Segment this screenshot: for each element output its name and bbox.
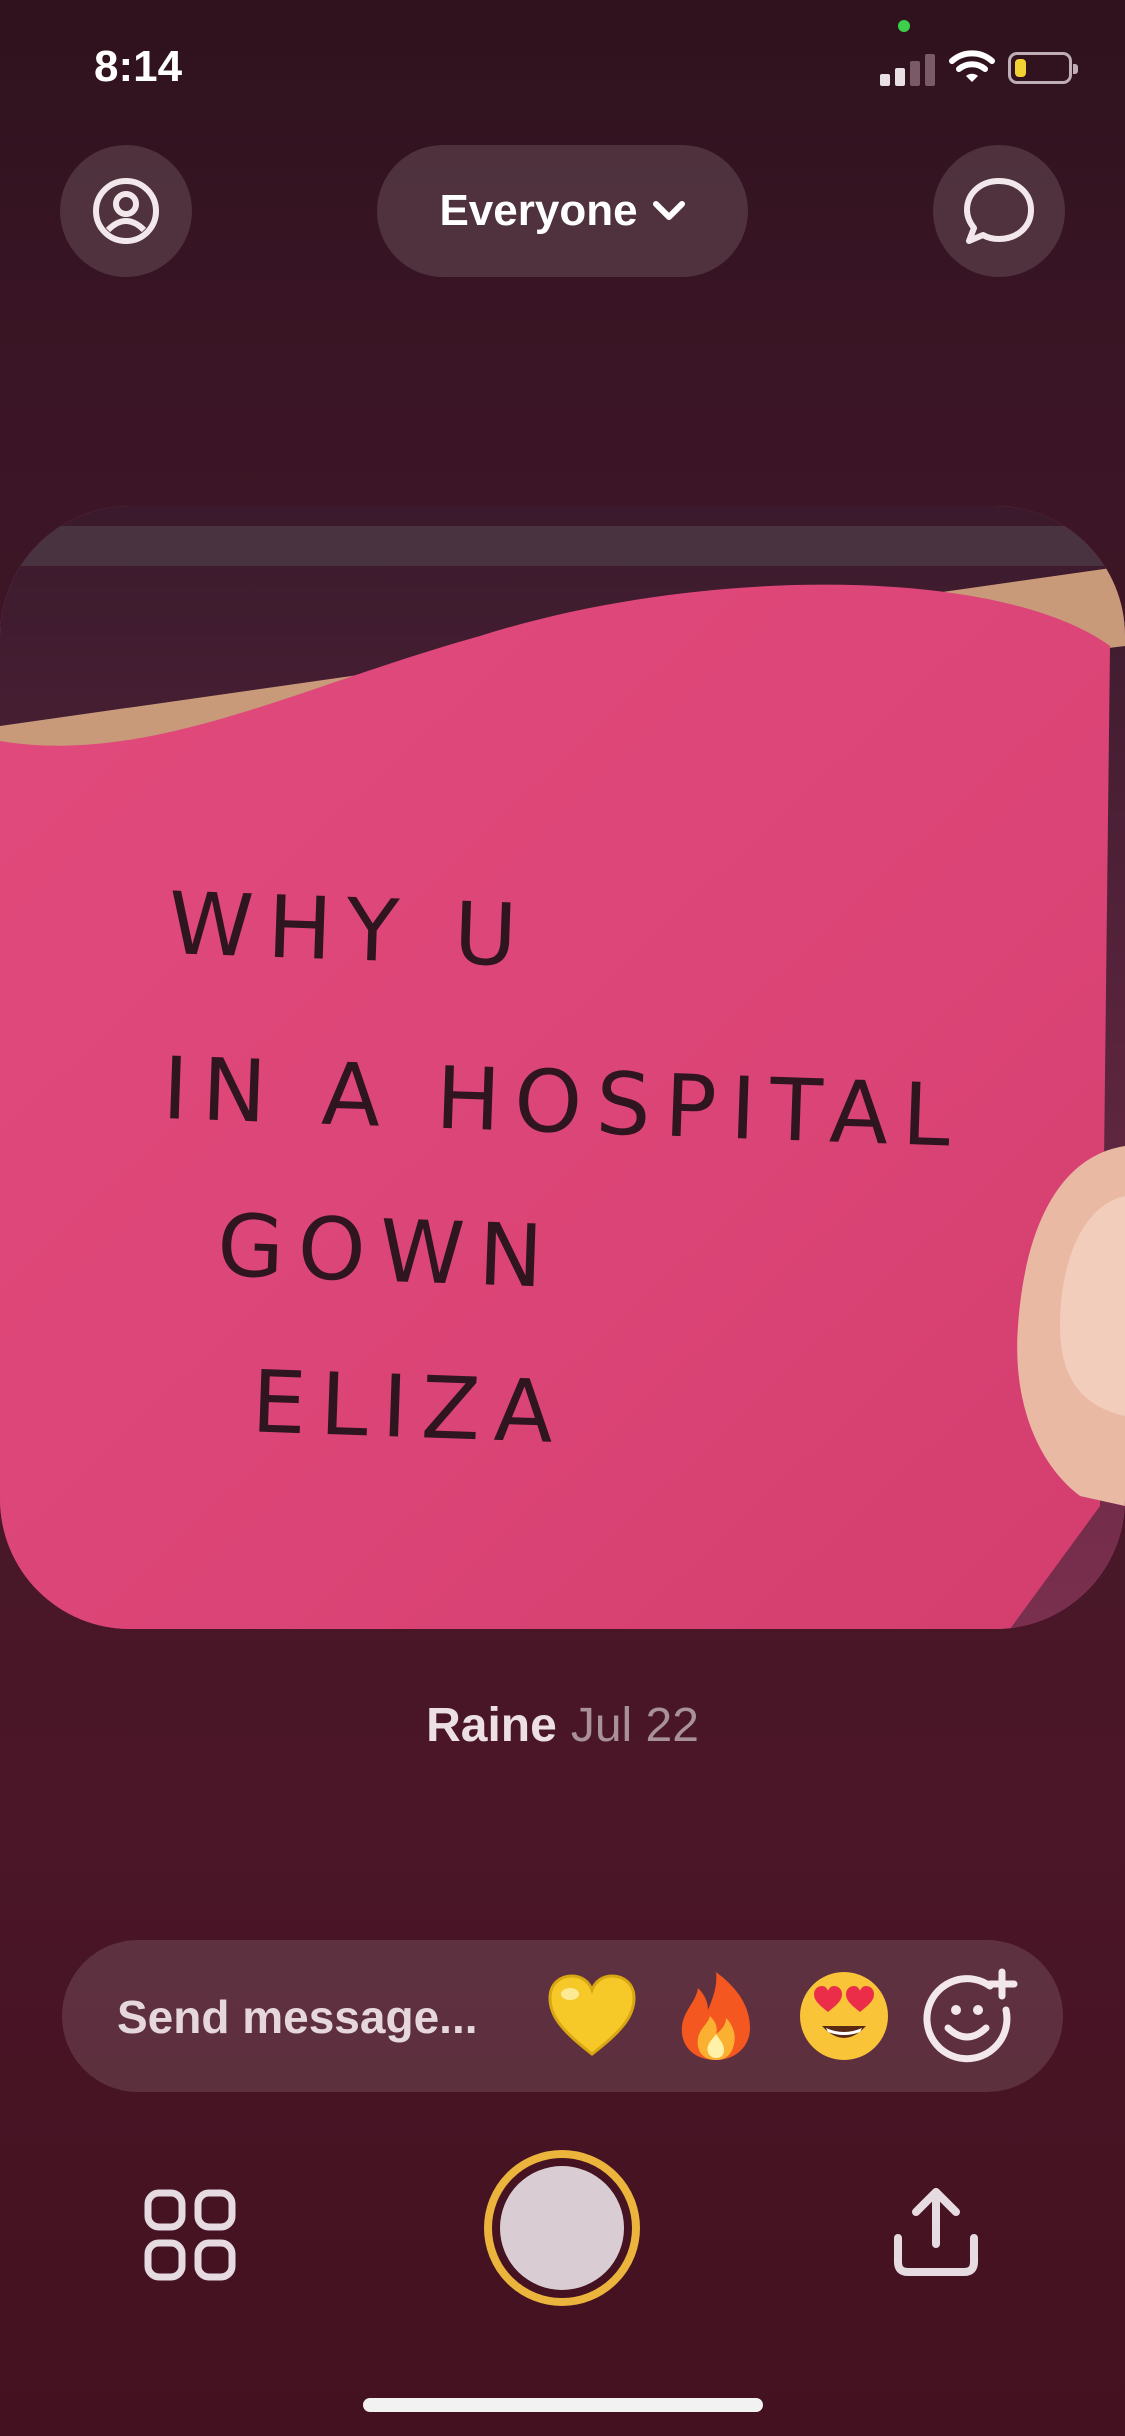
post-date: Jul 22	[570, 1699, 699, 1752]
message-input[interactable]: Send message...	[117, 1990, 478, 2044]
home-indicator[interactable]	[363, 2398, 763, 2412]
add-reaction-icon[interactable]	[918, 1966, 1018, 2066]
yellow-heart-reaction[interactable]	[542, 1966, 642, 2066]
chevron-down-icon	[652, 201, 685, 220]
grid-icon[interactable]	[140, 2185, 240, 2285]
handwritten-note: WHY U IN A HOSPITAL GOWN ELIZA	[149, 837, 973, 1515]
audience-selector[interactable]: Everyone	[377, 145, 748, 277]
post-caption: Raine Jul 22	[0, 1698, 1125, 1753]
message-bar[interactable]: Send message...	[62, 1940, 1063, 2092]
photo-post[interactable]: WHY U IN A HOSPITAL GOWN ELIZA	[0, 506, 1125, 1629]
cellular-signal-icon	[880, 52, 936, 86]
battery-level	[1015, 59, 1026, 77]
wifi-icon	[949, 50, 995, 82]
status-bar: 8:14	[0, 0, 1125, 130]
heart-eyes-reaction[interactable]	[794, 1966, 894, 2066]
fire-reaction[interactable]	[666, 1966, 766, 2066]
battery-icon	[1008, 52, 1078, 84]
post-author[interactable]: Raine	[426, 1699, 557, 1752]
camera-in-use-indicator	[898, 20, 910, 32]
status-time: 8:14	[94, 42, 183, 91]
share-icon[interactable]	[884, 2180, 988, 2284]
audience-label: Everyone	[439, 186, 638, 235]
shutter-inner	[500, 2166, 624, 2290]
shutter-button[interactable]	[484, 2150, 640, 2306]
profile-button[interactable]	[60, 145, 192, 277]
note-line: ELIZA	[250, 1352, 569, 1464]
chat-button[interactable]	[933, 145, 1065, 277]
profile-icon	[93, 178, 159, 244]
chat-bubble-icon	[964, 178, 1034, 244]
